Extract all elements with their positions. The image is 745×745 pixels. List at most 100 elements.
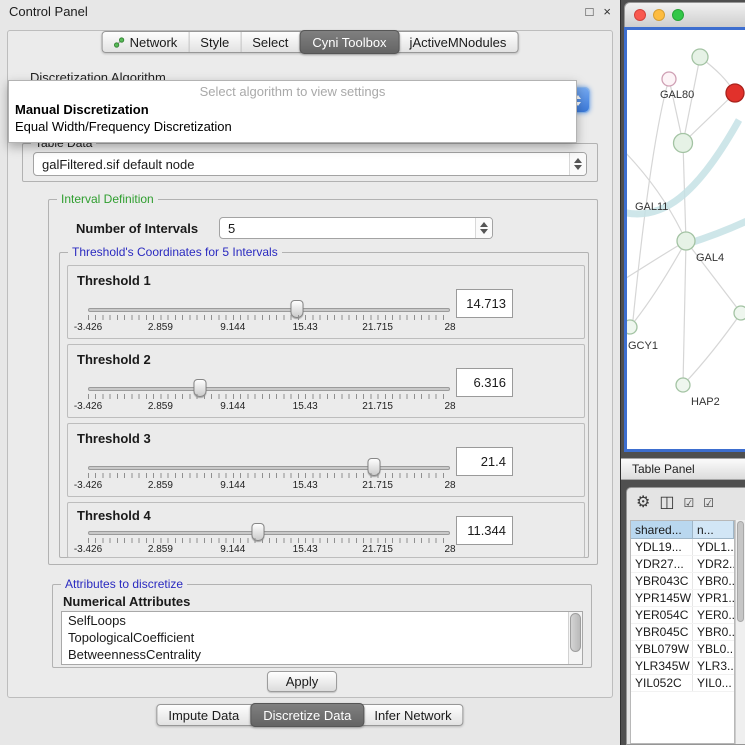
number-of-intervals-value: 5 (228, 221, 235, 236)
zoom-traffic-light[interactable] (672, 9, 684, 21)
cell-shared-name[interactable]: YER054C (631, 607, 693, 623)
number-of-intervals-combobox[interactable]: 5 (219, 217, 493, 239)
select-column-checkbox-icon[interactable]: ☑ (703, 497, 714, 509)
threshold-1-value-input[interactable]: 14.713 (456, 289, 513, 318)
tab-discretize-data-label: Discretize Data (263, 708, 351, 723)
list-scrollbar-thumb[interactable] (570, 613, 581, 652)
cell-name[interactable]: YIL0... (693, 675, 734, 691)
apply-button[interactable]: Apply (267, 671, 337, 692)
combobox-stepper-icon[interactable] (569, 153, 586, 175)
table-panel-header[interactable]: Table Panel (621, 458, 745, 480)
scale-label: 28 (444, 480, 455, 491)
table-row[interactable]: YBR043CYBR0... (631, 573, 734, 590)
slider-track[interactable] (88, 387, 450, 391)
table-row[interactable]: YDR27...YDR2... (631, 556, 734, 573)
tab-select-label: Select (252, 35, 288, 50)
float-window-icon[interactable]: □ (586, 5, 594, 18)
cell-name[interactable]: YLR3... (693, 658, 734, 674)
network-node[interactable] (676, 378, 690, 392)
tab-network-label: Network (130, 35, 178, 50)
column-header-name[interactable]: n... (693, 521, 734, 539)
threshold-2-panel: Threshold 2 -3.426 2.859 9.144 15.43 21.… (67, 344, 585, 418)
tab-jactivemnodules[interactable]: jActiveMNodules (399, 32, 518, 52)
close-window-icon[interactable]: × (603, 5, 611, 18)
close-traffic-light[interactable] (634, 9, 646, 21)
threshold-4-value-input[interactable]: 11.344 (456, 516, 513, 545)
control-panel-window: Control Panel □ × Network Style Select C… (0, 0, 621, 745)
node-label: GAL11 (635, 201, 668, 213)
dropdown-option-manual-discretization[interactable]: Manual Discretization (9, 101, 576, 118)
slider-ticks (88, 394, 450, 399)
tab-style[interactable]: Style (189, 32, 241, 52)
network-node[interactable] (677, 232, 695, 250)
network-node[interactable] (662, 72, 676, 86)
table-row[interactable]: YER054CYER0... (631, 607, 734, 624)
cell-shared-name[interactable]: YIL052C (631, 675, 693, 691)
table-scrollbar-thumb[interactable] (737, 521, 744, 622)
cell-shared-name[interactable]: YBR045C (631, 624, 693, 640)
list-scrollbar[interactable] (568, 612, 582, 664)
select-all-checkbox-icon[interactable]: ☑ (683, 497, 694, 509)
network-node-selected[interactable] (726, 84, 744, 102)
network-edges (627, 57, 741, 385)
cell-name[interactable]: YBL0... (693, 641, 734, 657)
cell-name[interactable]: YDL1... (693, 539, 734, 555)
cell-shared-name[interactable]: YBL079W (631, 641, 693, 657)
cell-shared-name[interactable]: YLR345W (631, 658, 693, 674)
tab-network[interactable]: Network (103, 32, 190, 52)
tab-select[interactable]: Select (241, 32, 300, 52)
cell-name[interactable]: YBR0... (693, 573, 734, 589)
table-row[interactable]: YBL079WYBL0... (631, 641, 734, 658)
scale-label: 28 (444, 544, 455, 555)
cell-shared-name[interactable]: YPR145W (631, 590, 693, 606)
cell-shared-name[interactable]: YDR27... (631, 556, 693, 572)
thresholds-group-title: Threshold's Coordinates for 5 Intervals (68, 245, 282, 259)
tab-infer-network[interactable]: Infer Network (363, 705, 462, 725)
table-data-combobox[interactable]: galFiltered.sif default node (33, 152, 587, 176)
minimize-traffic-light[interactable] (653, 9, 665, 21)
list-item[interactable]: TopologicalCoefficient (62, 629, 582, 646)
network-node[interactable] (627, 320, 637, 334)
tab-impute-data[interactable]: Impute Data (157, 705, 251, 725)
table-row[interactable]: YPR145WYPR1... (631, 590, 734, 607)
threshold-3-value-input[interactable]: 21.4 (456, 447, 513, 476)
dropdown-option-equal-width-frequency[interactable]: Equal Width/Frequency Discretization (9, 118, 576, 135)
list-item[interactable]: SelfLoops (62, 612, 582, 629)
cell-name[interactable]: YPR1... (693, 590, 734, 606)
table-row[interactable]: YDL19...YDL1... (631, 539, 734, 556)
settings-gear-icon[interactable]: ⚙ (636, 495, 650, 511)
cell-shared-name[interactable]: YBR043C (631, 573, 693, 589)
thresholds-group: Threshold's Coordinates for 5 Intervals … (59, 252, 589, 558)
tab-discretize-data[interactable]: Discretize Data (250, 703, 364, 727)
network-node[interactable] (734, 306, 745, 320)
scale-label: 2.859 (148, 480, 173, 491)
cell-name[interactable]: YER0... (693, 607, 734, 623)
table-scrollbar[interactable] (735, 520, 745, 744)
table-browser-window: ⚙ ◫ ☑ ☑ shared... n... YDL19...YDL1... Y… (626, 487, 745, 745)
slider-scale: -3.426 2.859 9.144 15.43 21.715 28 (88, 544, 450, 556)
slider-track[interactable] (88, 466, 450, 470)
threshold-2-value-input[interactable]: 6.316 (456, 368, 513, 397)
table-row[interactable]: YLR345WYLR3... (631, 658, 734, 675)
column-header-shared-name[interactable]: shared... (631, 521, 693, 539)
table-row[interactable]: YBR045CYBR0... (631, 624, 734, 641)
table-header-row: shared... n... (631, 521, 734, 539)
cell-name[interactable]: YDR2... (693, 556, 734, 572)
numerical-attributes-list[interactable]: SelfLoops TopologicalCoefficient Between… (61, 611, 583, 665)
tab-cyni-toolbox[interactable]: Cyni Toolbox (299, 30, 399, 54)
column-view-icon[interactable]: ◫ (659, 495, 674, 511)
list-item[interactable]: BetweennessCentrality (62, 646, 582, 663)
network-node[interactable] (692, 49, 708, 65)
cell-shared-name[interactable]: YDL19... (631, 539, 693, 555)
table-panel-title: Table Panel (632, 462, 695, 476)
cell-name[interactable]: YBR0... (693, 624, 734, 640)
scale-label: 2.859 (148, 322, 173, 333)
scale-label: 21.715 (362, 401, 393, 412)
slider-track[interactable] (88, 531, 450, 535)
slider-track[interactable] (88, 308, 450, 312)
network-view-canvas[interactable]: GAL80 GAL11 GAL4 GCY1 HAP2 (624, 27, 745, 452)
node-label: HAP2 (691, 396, 720, 408)
network-node[interactable] (674, 134, 693, 153)
combobox-stepper-icon[interactable] (475, 218, 492, 238)
table-row[interactable]: YIL052CYIL0... (631, 675, 734, 692)
